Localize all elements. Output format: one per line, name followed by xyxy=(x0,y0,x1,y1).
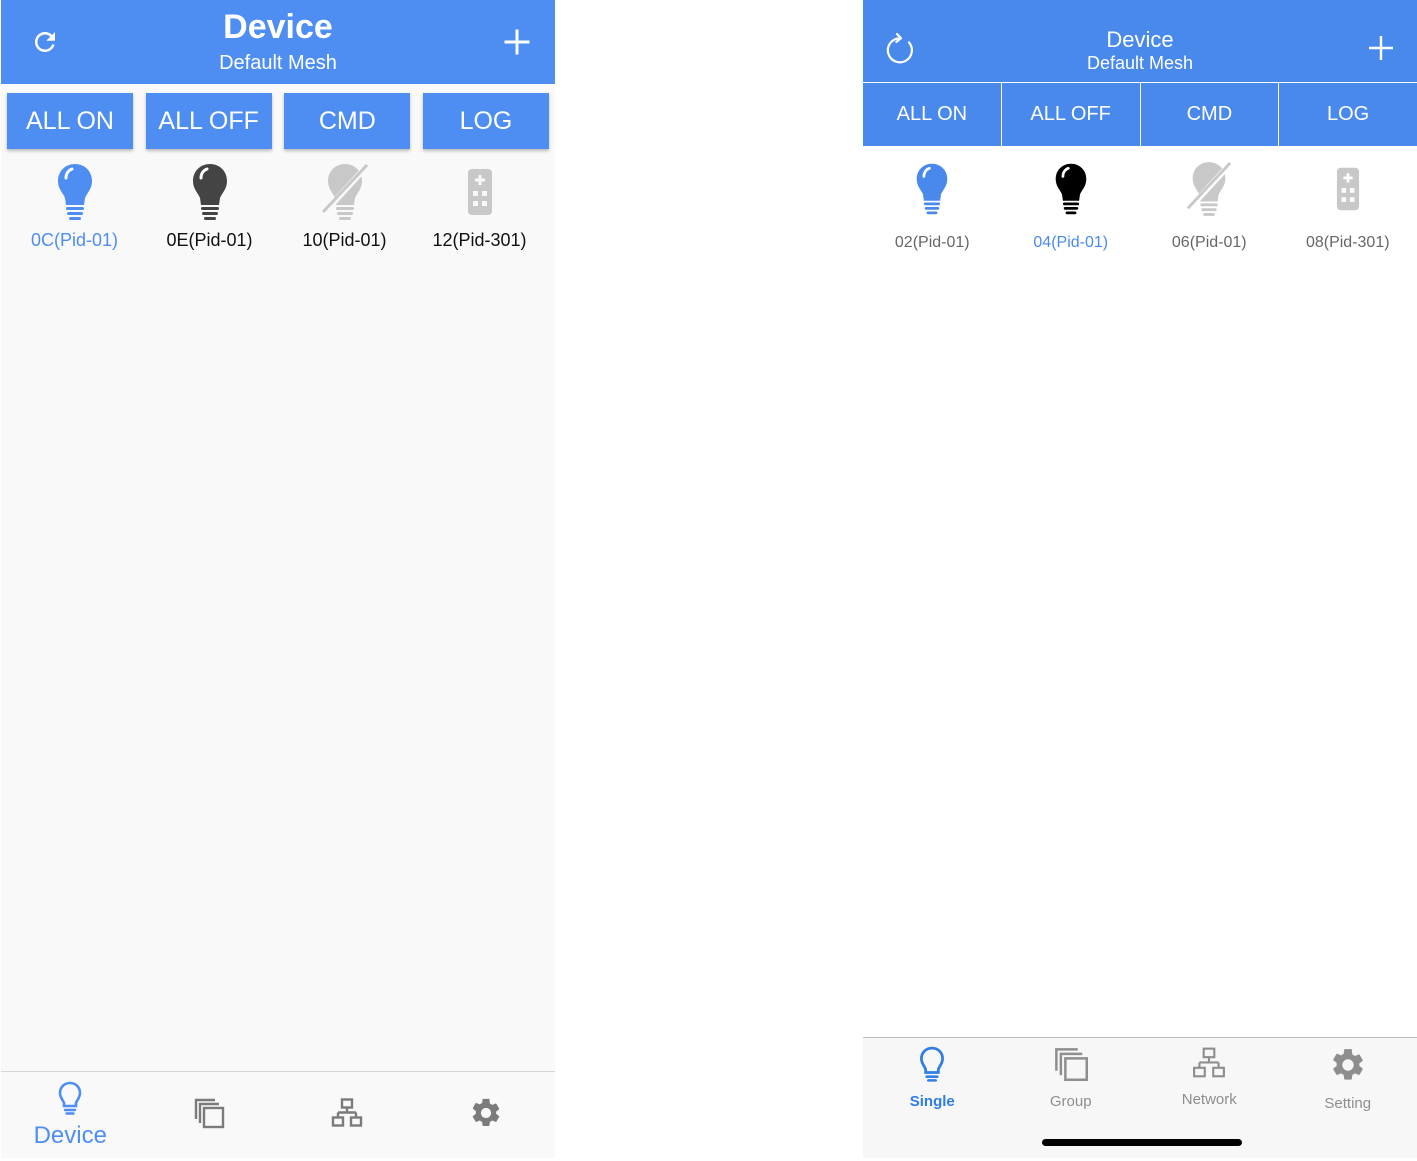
tab-label: Network xyxy=(1181,1091,1237,1108)
device-label: 06(Pid-01) xyxy=(1171,234,1247,251)
group-icon xyxy=(1053,1046,1089,1087)
gear-icon xyxy=(1329,1046,1367,1089)
bulb-outline-icon xyxy=(57,1081,83,1120)
remote-icon xyxy=(1279,158,1417,220)
device-label: 08(Pid-301) xyxy=(1305,234,1390,251)
bulb-offline-icon xyxy=(277,160,412,224)
all-off-button[interactable]: ALL OFF xyxy=(145,93,272,149)
bulb-off-icon xyxy=(142,160,277,224)
cmd-button[interactable]: CMD xyxy=(284,93,411,149)
plus-icon[interactable] xyxy=(497,22,537,62)
tab-single[interactable]: Single xyxy=(863,1038,1002,1118)
all-on-button[interactable]: ALL ON xyxy=(863,83,1002,146)
device-item[interactable]: 0C(Pid-01) xyxy=(7,160,142,251)
home-indicator[interactable] xyxy=(1042,1139,1242,1146)
tab-label: Device xyxy=(33,1122,107,1149)
tab-network[interactable] xyxy=(278,1072,417,1158)
device-item[interactable]: 04(Pid-01) xyxy=(1002,158,1141,252)
remote-icon xyxy=(412,160,547,224)
network-icon xyxy=(1192,1046,1226,1085)
device-grid: 02(Pid-01) 04(Pid-01) 06(Pid-01) 08(Pid-… xyxy=(863,158,1417,252)
device-grid: 0C(Pid-01) 0E(Pid-01) 10(Pid-01) 12(Pid-… xyxy=(7,160,549,251)
plus-icon[interactable] xyxy=(1359,26,1403,70)
bulb-off-icon xyxy=(1002,158,1141,220)
device-label: 02(Pid-01) xyxy=(894,234,970,251)
device-item[interactable]: 08(Pid-301) xyxy=(1279,158,1417,252)
android-screen: Device Default Mesh ALL ON ALL OFF CMD L… xyxy=(1,0,555,1158)
bulb-outline-icon xyxy=(918,1046,946,1087)
device-label: 04(Pid-01) xyxy=(1033,234,1109,251)
action-buttons: ALL ON ALL OFF CMD LOG xyxy=(7,93,549,149)
tab-group[interactable]: Group xyxy=(1002,1038,1141,1118)
tab-setting[interactable] xyxy=(417,1072,556,1158)
log-button[interactable]: LOG xyxy=(1279,83,1417,146)
device-item[interactable]: 02(Pid-01) xyxy=(863,158,1002,252)
bulb-on-icon xyxy=(863,158,1002,220)
action-buttons: ALL ON ALL OFF CMD LOG xyxy=(863,83,1417,146)
page-subtitle: Default Mesh xyxy=(219,52,337,74)
cmd-button[interactable]: CMD xyxy=(1140,83,1280,146)
tab-network[interactable]: Network xyxy=(1140,1038,1279,1118)
bottom-tab-bar: Device xyxy=(1,1071,555,1158)
app-header: Device Default Mesh xyxy=(863,0,1417,82)
device-item[interactable]: 12(Pid-301) xyxy=(412,160,547,251)
log-button[interactable]: LOG xyxy=(422,93,549,149)
device-label: 0E(Pid-01) xyxy=(166,230,253,250)
tab-label: Single xyxy=(909,1093,955,1110)
device-label: 10(Pid-01) xyxy=(302,230,387,250)
bottom-tab-bar: Single Group Network Setting xyxy=(863,1037,1417,1158)
tab-label: Setting xyxy=(1324,1095,1372,1112)
app-header: Device Default Mesh xyxy=(1,0,555,84)
gear-icon xyxy=(469,1096,503,1135)
page-title: Device xyxy=(1106,27,1174,52)
tab-group[interactable] xyxy=(140,1072,279,1158)
bulb-offline-icon xyxy=(1140,158,1279,220)
page-subtitle: Default Mesh xyxy=(1086,53,1194,73)
page-title: Device xyxy=(223,8,333,46)
group-icon xyxy=(193,1097,225,1134)
bulb-on-icon xyxy=(7,160,142,224)
device-item[interactable]: 06(Pid-01) xyxy=(1140,158,1279,252)
ios-screen: Device Default Mesh ALL ON ALL OFF CMD L… xyxy=(863,0,1417,1158)
tab-device[interactable]: Device xyxy=(1,1072,140,1158)
device-label: 12(Pid-301) xyxy=(432,230,527,250)
all-on-button[interactable]: ALL ON xyxy=(7,93,133,149)
device-item[interactable]: 0E(Pid-01) xyxy=(142,160,277,251)
network-icon xyxy=(331,1098,363,1133)
tab-label: Group xyxy=(1049,1093,1092,1110)
tab-setting[interactable]: Setting xyxy=(1279,1038,1417,1118)
device-label: 0C(Pid-01) xyxy=(30,230,119,250)
all-off-button[interactable]: ALL OFF xyxy=(1001,83,1141,146)
device-item[interactable]: 10(Pid-01) xyxy=(277,160,412,251)
